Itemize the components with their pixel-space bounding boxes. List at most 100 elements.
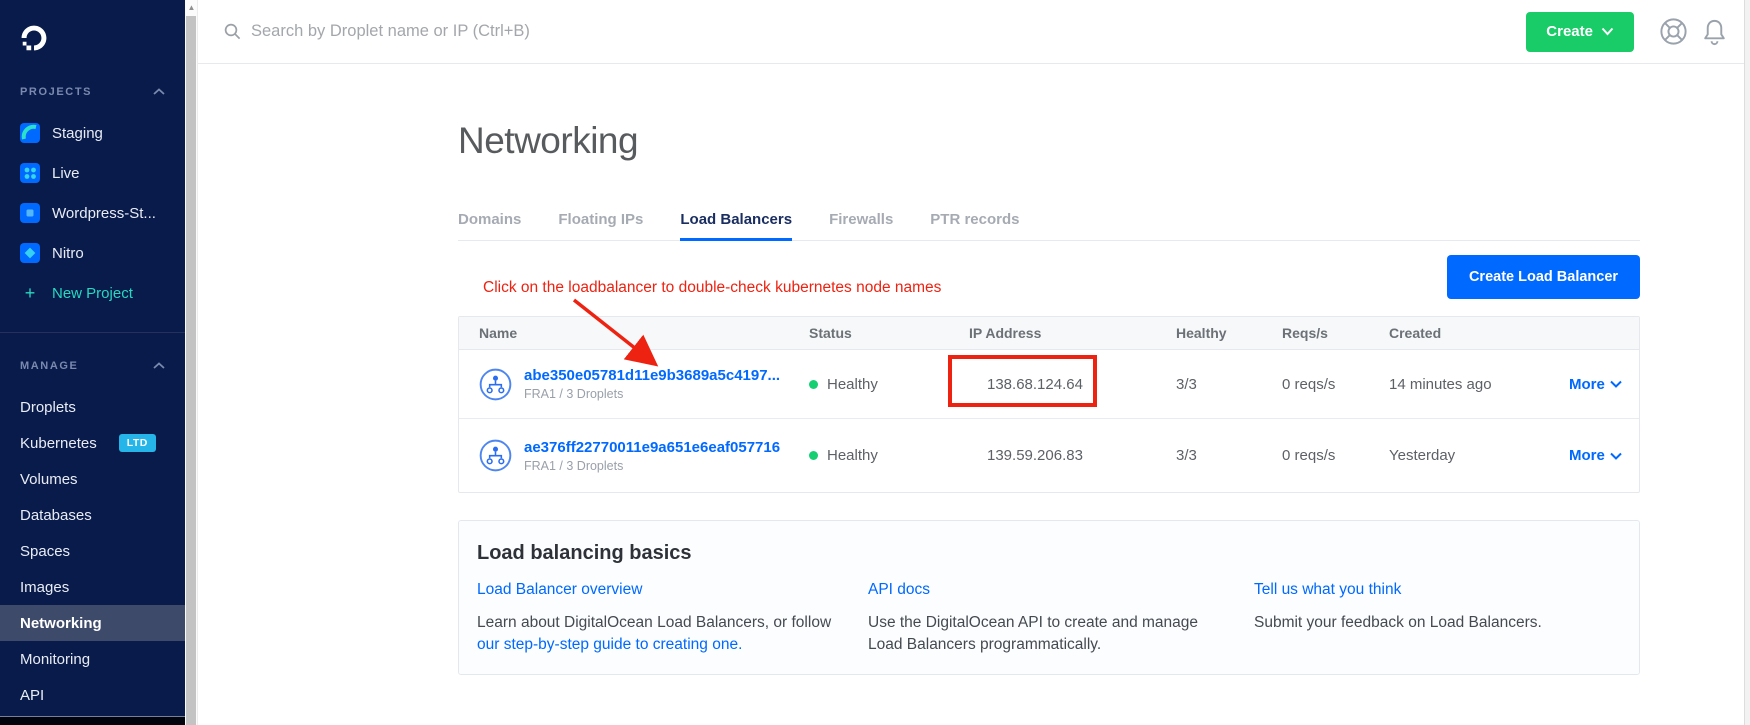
basics-column-overview: Load Balancer overview Learn about Digit… <box>477 581 868 656</box>
sidebar-item-volumes[interactable]: Volumes <box>0 461 185 497</box>
sidebar-item-label: Images <box>20 579 69 596</box>
manage-section-header[interactable]: MANAGE <box>0 359 185 373</box>
sidebar-item-label: Nitro <box>52 245 84 262</box>
sidebar-item-label: Wordpress-St... <box>52 205 156 222</box>
sidebar-item-nitro[interactable]: Nitro <box>0 233 185 273</box>
projects-list: Staging Live Wordpress-St... <box>0 113 185 313</box>
topbar-icons <box>1658 16 1730 47</box>
basics-text: Learn about DigitalOcean Load Balancers,… <box>477 614 831 631</box>
digitalocean-logo-icon <box>18 22 50 54</box>
projects-section-header[interactable]: PROJECTS <box>0 85 185 99</box>
step-by-step-guide-link[interactable]: our step-by-step guide to creating one. <box>477 634 742 656</box>
column-header-reqs: Reqs/s <box>1282 325 1389 341</box>
more-label: More <box>1569 376 1605 393</box>
new-project-label: New Project <box>52 285 133 302</box>
sidebar-item-kubernetes[interactable]: Kubernetes LTD <box>0 425 185 461</box>
sidebar-item-label: Databases <box>20 507 92 524</box>
column-header-created: Created <box>1389 325 1569 341</box>
api-docs-link[interactable]: API docs <box>868 581 930 599</box>
created-value: 14 minutes ago <box>1389 376 1569 393</box>
project-live-icon <box>20 163 40 183</box>
reqs-value: 0 reqs/s <box>1282 447 1389 464</box>
load-balancing-basics-card: Load balancing basics Load Balancer over… <box>458 520 1640 675</box>
sidebar-item-spaces[interactable]: Spaces <box>0 533 185 569</box>
plus-icon: + <box>20 284 40 302</box>
status-cell: Healthy <box>809 376 969 393</box>
sidebar-item-label: Spaces <box>20 543 70 560</box>
scrollbar-thumb[interactable] <box>186 16 196 725</box>
basics-column-api: API docs Use the DigitalOcean API to cre… <box>868 581 1254 656</box>
tab-firewalls[interactable]: Firewalls <box>829 211 893 240</box>
load-balancer-icon <box>479 439 512 472</box>
sidebar-item-monitoring[interactable]: Monitoring <box>0 641 185 677</box>
sidebar-scrollbar[interactable]: ▲ <box>185 0 198 725</box>
sidebar-item-label: Kubernetes <box>20 435 97 452</box>
basics-title: Load balancing basics <box>477 541 1621 565</box>
sidebar-item-images[interactable]: Images <box>0 569 185 605</box>
tab-floating-ips[interactable]: Floating IPs <box>558 211 643 240</box>
lb-name-cell: ae376ff22770011e9a651e6eaf057716 FRA1 / … <box>479 439 809 473</box>
create-button-label: Create <box>1546 23 1593 40</box>
lb-name-link[interactable]: ae376ff22770011e9a651e6eaf057716 <box>524 439 780 456</box>
sidebar-item-wordpress[interactable]: Wordpress-St... <box>0 193 185 233</box>
chevron-up-icon <box>153 362 165 370</box>
projects-header-label: PROJECTS <box>20 86 92 98</box>
sidebar-item-label: Monitoring <box>20 651 90 668</box>
basics-column-feedback: Tell us what you think Submit your feedb… <box>1254 581 1621 656</box>
annotation-arrow-icon <box>560 288 675 380</box>
load-balancer-overview-link[interactable]: Load Balancer overview <box>477 581 642 599</box>
sidebar-item-label: Droplets <box>20 399 76 416</box>
healthy-value: 3/3 <box>1176 447 1282 464</box>
feedback-link[interactable]: Tell us what you think <box>1254 581 1401 599</box>
status-cell: Healthy <box>809 447 969 464</box>
help-lifebuoy-icon[interactable] <box>1658 16 1689 47</box>
more-label: More <box>1569 447 1605 464</box>
chevron-down-icon <box>1610 452 1622 460</box>
sidebar-item-databases[interactable]: Databases <box>0 497 185 533</box>
more-menu-button[interactable]: More <box>1569 447 1622 464</box>
lb-subtitle: FRA1 / 3 Droplets <box>524 459 780 473</box>
sidebar-item-label: API <box>20 687 44 704</box>
status-dot-icon <box>809 380 818 389</box>
sidebar: PROJECTS Staging Live <box>0 0 185 725</box>
new-project-button[interactable]: + New Project <box>0 273 185 313</box>
status-dot-icon <box>809 451 818 460</box>
create-button[interactable]: Create <box>1526 12 1634 52</box>
page-scrollbar[interactable] <box>1744 0 1750 725</box>
topbar: Create <box>198 0 1744 64</box>
sidebar-item-label: Live <box>52 165 80 182</box>
sidebar-item-label: Staging <box>52 125 103 142</box>
more-menu-button[interactable]: More <box>1569 376 1622 393</box>
column-header-healthy: Healthy <box>1176 325 1282 341</box>
sidebar-item-staging[interactable]: Staging <box>0 113 185 153</box>
tab-ptr-records[interactable]: PTR records <box>930 211 1019 240</box>
sidebar-bottom-band <box>0 717 185 725</box>
search-bar <box>224 22 1526 41</box>
column-header-status: Status <box>809 325 969 341</box>
status-label: Healthy <box>827 447 878 464</box>
notifications-bell-icon[interactable] <box>1699 16 1730 47</box>
annotation-text: Click on the loadbalancer to double-chec… <box>483 279 941 297</box>
tab-domains[interactable]: Domains <box>458 211 521 240</box>
lb-subtitle: FRA1 / 3 Droplets <box>524 387 780 401</box>
basics-text: Use the DigitalOcean API to create and m… <box>868 614 1198 631</box>
tab-load-balancers[interactable]: Load Balancers <box>680 211 792 240</box>
app-window: PROJECTS Staging Live <box>0 0 1750 725</box>
create-load-balancer-button[interactable]: Create Load Balancer <box>1447 255 1640 299</box>
manage-header-label: MANAGE <box>20 360 79 372</box>
basics-columns: Load Balancer overview Learn about Digit… <box>477 581 1621 656</box>
basics-text: Submit your feedback on Load Balancers. <box>1254 614 1542 631</box>
chevron-down-icon <box>1601 27 1614 36</box>
sidebar-item-live[interactable]: Live <box>0 153 185 193</box>
healthy-value: 3/3 <box>1176 376 1282 393</box>
project-staging-icon <box>20 123 40 143</box>
search-input[interactable] <box>251 22 771 41</box>
status-label: Healthy <box>827 376 878 393</box>
sidebar-item-label: Volumes <box>20 471 78 488</box>
sidebar-item-droplets[interactable]: Droplets <box>0 389 185 425</box>
sidebar-item-api[interactable]: API <box>0 677 185 713</box>
page-title: Networking <box>458 121 1640 161</box>
scrollbar-up-arrow-icon[interactable]: ▲ <box>185 3 198 12</box>
table-row: ae376ff22770011e9a651e6eaf057716 FRA1 / … <box>459 419 1639 492</box>
sidebar-item-networking[interactable]: Networking <box>0 605 185 641</box>
